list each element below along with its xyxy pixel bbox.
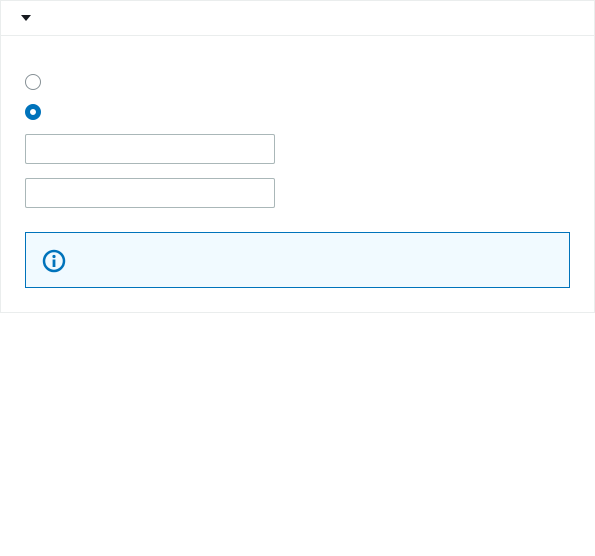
tip-content bbox=[78, 247, 553, 249]
slack-channel-panel bbox=[0, 0, 595, 313]
panel-header[interactable] bbox=[1, 1, 594, 36]
caret-down-icon bbox=[21, 15, 31, 21]
radio-icon-unchecked[interactable] bbox=[25, 74, 41, 90]
radio-icon-checked[interactable] bbox=[25, 104, 41, 120]
channel-id-input[interactable] bbox=[25, 134, 275, 164]
config-name-input[interactable] bbox=[25, 178, 275, 208]
info-icon bbox=[42, 249, 66, 273]
radio-public[interactable] bbox=[25, 72, 570, 90]
panel-body bbox=[1, 36, 594, 312]
tip-box bbox=[25, 232, 570, 288]
radio-private[interactable] bbox=[25, 102, 570, 120]
